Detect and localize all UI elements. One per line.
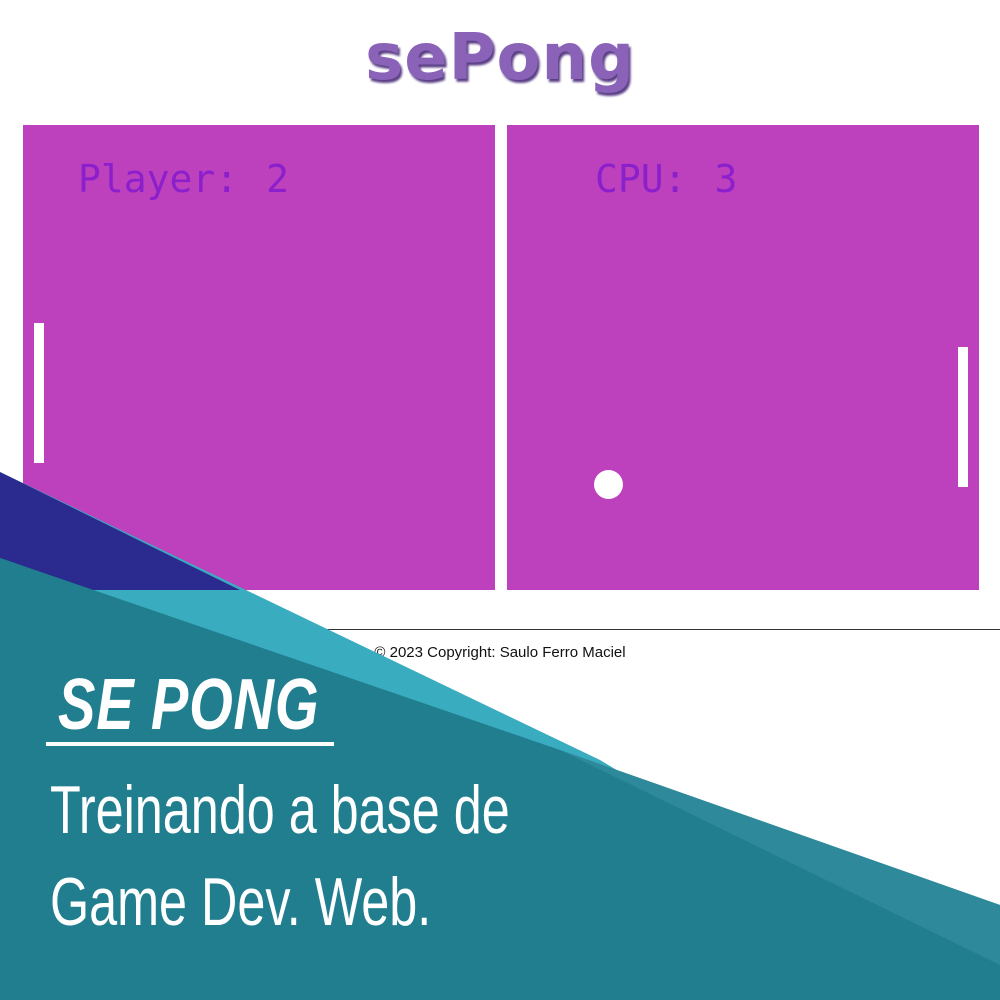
banner-subtitle-line-2: Game Dev. Web. (50, 864, 432, 940)
banner-subtitle-line-1: Treinando a base de (50, 772, 510, 848)
banner-title: SE PONG (58, 665, 320, 745)
promo-banner-background (0, 472, 1000, 1000)
banner-title-underline (46, 742, 334, 746)
